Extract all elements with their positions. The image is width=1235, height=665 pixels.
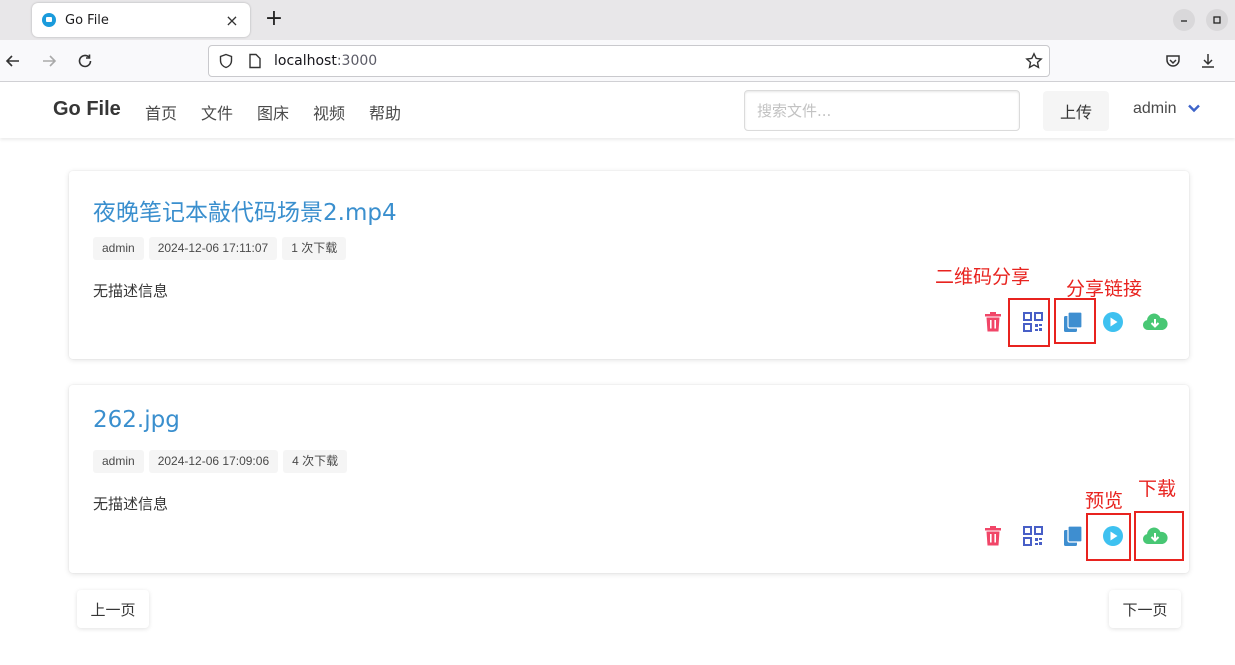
qr-share-highlight	[1008, 298, 1050, 347]
browser-navbar: localhost:3000	[0, 40, 1235, 82]
share-link-annotation: 分享链接	[1066, 278, 1143, 300]
time-tag: 2024-12-06 17:11:07	[148, 237, 278, 260]
bookmark-star-icon	[1025, 52, 1043, 69]
owner-tag: admin	[93, 450, 144, 473]
time-tag: 2024-12-06 17:09:06	[148, 450, 279, 473]
nav-help[interactable]: 帮助	[369, 100, 401, 124]
nav-home[interactable]: 首页	[145, 100, 177, 124]
delete-button[interactable]	[981, 310, 1005, 334]
maximize-icon	[1213, 16, 1221, 24]
preview-highlight	[1086, 513, 1131, 561]
pocket-icon	[1166, 55, 1180, 67]
downloads-button[interactable]	[1196, 49, 1220, 73]
nav-files[interactable]: 文件	[201, 100, 233, 124]
forward-button[interactable]	[37, 49, 61, 73]
trash-icon	[985, 526, 1001, 546]
user-menu[interactable]: admin	[1133, 100, 1177, 118]
favicon-icon	[42, 13, 56, 27]
qr-share-annotation: 二维码分享	[935, 266, 1031, 288]
file-name-link[interactable]: 262.jpg	[93, 407, 180, 433]
url-bar[interactable]: localhost:3000	[208, 45, 1050, 77]
next-page-button[interactable]: 下一页	[1109, 590, 1181, 628]
tab-close-button[interactable]: ×	[224, 11, 240, 30]
forward-arrow-icon	[43, 55, 57, 67]
brand-logo[interactable]: Go File	[53, 98, 121, 121]
share-link-highlight	[1054, 298, 1096, 344]
minimize-icon	[1181, 20, 1187, 22]
minimize-button[interactable]	[1173, 9, 1195, 31]
file-card: 262.jpg admin 2024-12-06 17:09:06 4 次下载 …	[69, 385, 1189, 573]
downloads-tag: 4 次下载	[283, 450, 348, 473]
trash-icon	[985, 312, 1001, 332]
download-button[interactable]	[1141, 310, 1169, 334]
back-arrow-icon	[5, 55, 19, 67]
search-input[interactable]	[744, 90, 1020, 131]
file-description: 无描述信息	[93, 282, 169, 300]
new-tab-button[interactable]: +	[262, 6, 286, 31]
delete-button[interactable]	[981, 524, 1005, 548]
file-description: 无描述信息	[93, 495, 169, 513]
url-text: localhost:3000	[274, 53, 378, 69]
cloud-download-icon	[1142, 313, 1168, 330]
copy-icon	[1064, 525, 1083, 546]
chevron-down-icon[interactable]	[1187, 101, 1201, 115]
shield-icon	[219, 53, 233, 69]
play-circle-icon	[1103, 312, 1123, 332]
download-arrow-icon	[1202, 54, 1214, 68]
preview-button[interactable]	[1101, 310, 1125, 334]
app-header: Go File 首页 文件 图床 视频 帮助 上传 admin	[0, 82, 1235, 138]
reload-icon	[78, 54, 92, 68]
qr-code-icon	[1023, 526, 1043, 546]
download-highlight	[1134, 511, 1184, 561]
file-meta: admin 2024-12-06 17:09:06 4 次下载	[93, 450, 348, 473]
tab-title: Go File	[65, 12, 109, 28]
file-name-link[interactable]: 夜晚笔记本敲代码场景2.mp4	[93, 193, 397, 227]
file-meta: admin 2024-12-06 17:11:07 1 次下载	[93, 237, 347, 260]
browser-tabbar: Go File × +	[0, 0, 1235, 40]
qr-share-button[interactable]	[1021, 524, 1045, 548]
copy-link-button[interactable]	[1061, 524, 1085, 548]
preview-annotation: 预览	[1085, 490, 1124, 512]
prev-page-button[interactable]: 上一页	[77, 590, 149, 628]
browser-tab[interactable]: Go File ×	[32, 3, 250, 37]
maximize-button[interactable]	[1206, 9, 1228, 31]
back-button[interactable]	[1, 49, 25, 73]
nav-images[interactable]: 图床	[257, 100, 289, 124]
download-annotation: 下载	[1138, 478, 1177, 500]
nav-videos[interactable]: 视频	[313, 100, 345, 124]
reload-button[interactable]	[73, 49, 97, 73]
upload-button[interactable]: 上传	[1043, 91, 1109, 131]
downloads-tag: 1 次下载	[282, 237, 347, 260]
page-icon	[249, 53, 261, 69]
owner-tag: admin	[93, 237, 144, 260]
pocket-button[interactable]	[1161, 49, 1185, 73]
